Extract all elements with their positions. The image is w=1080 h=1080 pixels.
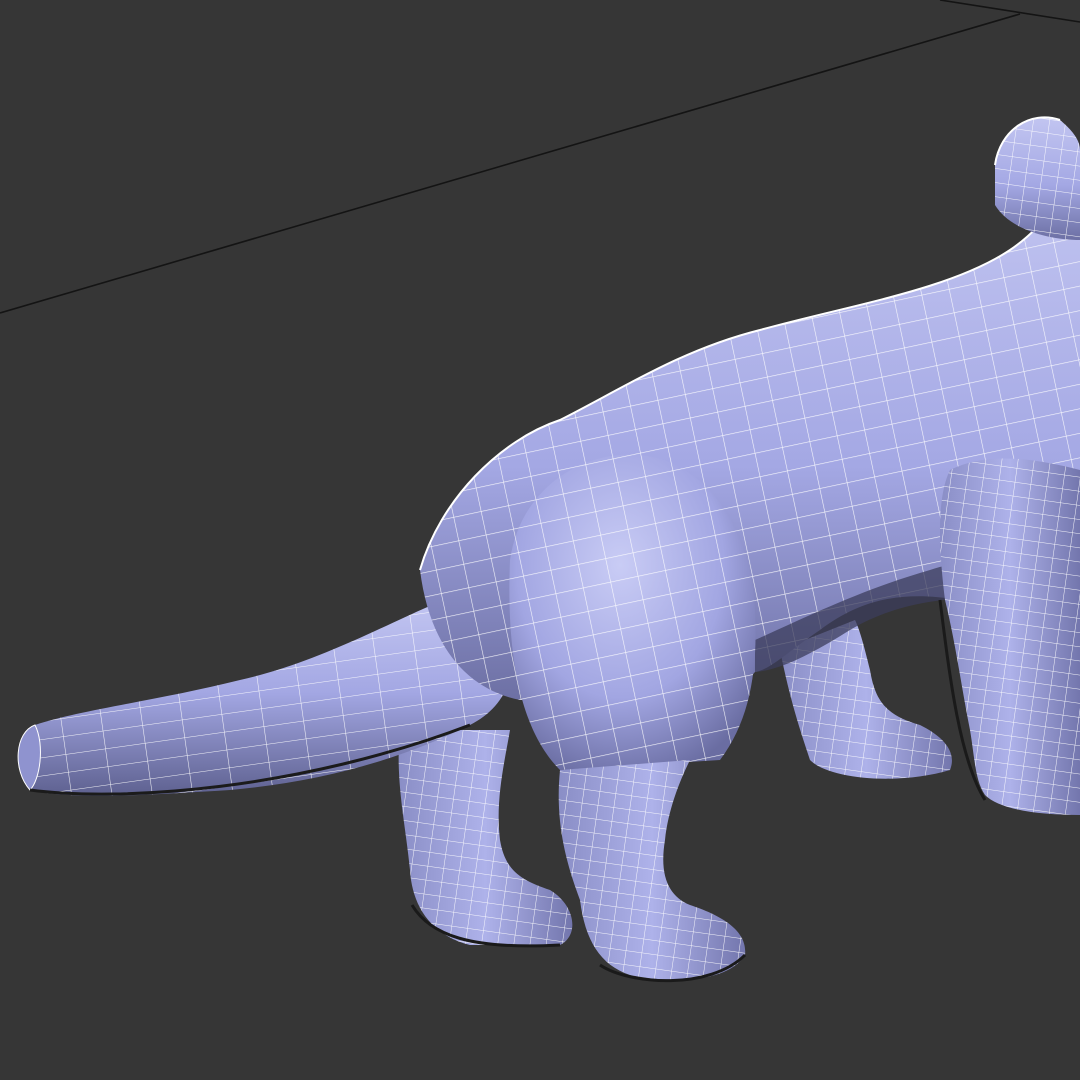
grid-line bbox=[939, 0, 1080, 23]
animal-model[interactable] bbox=[17, 116, 1080, 983]
ground-grid bbox=[0, 0, 1080, 314]
back-leg-near bbox=[558, 760, 747, 983]
3d-viewport[interactable] bbox=[0, 0, 1080, 1080]
head bbox=[994, 116, 1080, 240]
back-leg-far bbox=[398, 730, 573, 948]
front-leg-near bbox=[938, 458, 1080, 815]
viewport-canvas[interactable] bbox=[0, 0, 1080, 1080]
grid-line bbox=[0, 13, 1021, 314]
hip bbox=[509, 454, 756, 770]
